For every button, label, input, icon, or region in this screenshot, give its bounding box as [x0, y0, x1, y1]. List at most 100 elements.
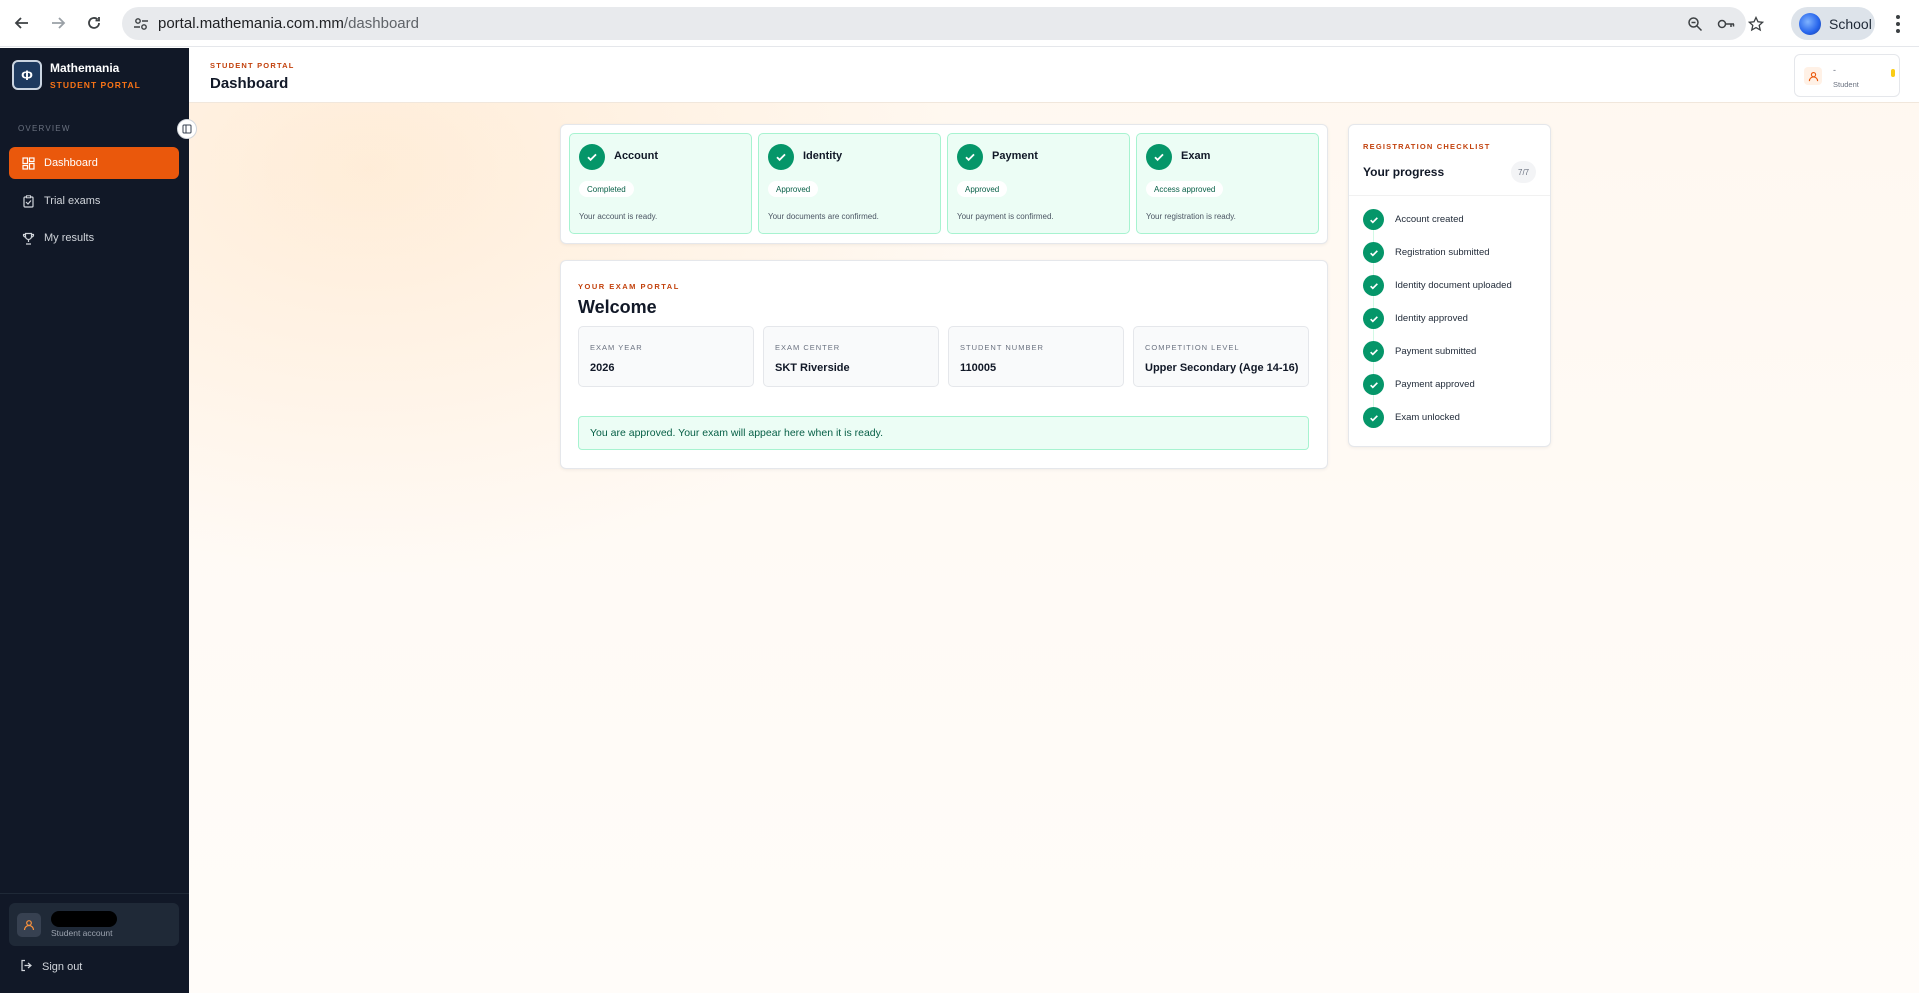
- profile-name: School: [1829, 15, 1872, 32]
- reload-button[interactable]: [82, 11, 106, 35]
- status-badge: Completed: [579, 181, 634, 197]
- status-description: Your payment is confirmed.: [957, 212, 1054, 221]
- brand-name: Mathemania: [50, 60, 120, 75]
- checklist-item: Payment approved: [1363, 374, 1475, 395]
- sidebar-item-label: My results: [44, 232, 95, 244]
- checklist-item: Registration submitted: [1363, 242, 1490, 263]
- checklist-item-label: Account created: [1395, 214, 1464, 225]
- checklist-eyebrow: REGISTRATION CHECKLIST: [1363, 142, 1491, 151]
- star-icon: [1748, 16, 1764, 32]
- info-student-number: STUDENT NUMBER 110005: [948, 326, 1124, 387]
- checklist-item: Identity approved: [1363, 308, 1468, 329]
- sidebar-divider: [0, 893, 189, 894]
- sidebar-item-label: Trial exams: [44, 195, 101, 207]
- checklist-title: Your progress: [1363, 165, 1445, 179]
- checklist-item-label: Identity document uploaded: [1395, 280, 1512, 291]
- status-card-payment: Payment Approved Your payment is confirm…: [947, 133, 1130, 234]
- page-eyebrow: STUDENT PORTAL: [210, 61, 295, 70]
- status-card-identity: Identity Approved Your documents are con…: [758, 133, 941, 234]
- checklist-item-label: Registration submitted: [1395, 247, 1490, 258]
- brand-logo: Φ: [12, 60, 42, 90]
- trophy-icon: [21, 231, 35, 245]
- check-icon: [957, 144, 983, 170]
- sign-out-button[interactable]: Sign out: [20, 959, 82, 975]
- page-header: STUDENT PORTAL Dashboard - Student: [189, 48, 1919, 103]
- sidebar-collapse-button[interactable]: [177, 119, 197, 139]
- browser-menu-button[interactable]: [1890, 12, 1906, 36]
- check-icon: [1363, 242, 1384, 263]
- bookmark-button[interactable]: [1745, 13, 1767, 35]
- user-name-redacted: [51, 911, 117, 927]
- info-label: EXAM YEAR: [590, 343, 643, 352]
- status-title: Payment: [992, 150, 1038, 162]
- checklist-item: Identity document uploaded: [1363, 275, 1512, 296]
- arrow-right-icon: [52, 17, 66, 29]
- dashboard-grid-icon: [21, 156, 35, 170]
- status-overview: Account Completed Your account is ready.…: [560, 124, 1328, 244]
- zoom-icon: [1688, 17, 1703, 32]
- user-avatar-icon: [17, 912, 41, 937]
- sidebar-item-my-results[interactable]: My results: [9, 222, 179, 254]
- sign-out-label: Sign out: [42, 961, 83, 973]
- exam-portal-panel: YOUR EXAM PORTAL Welcome EXAM YEAR 2026 …: [560, 260, 1328, 469]
- back-button[interactable]: [10, 11, 34, 35]
- status-title: Identity: [803, 150, 843, 162]
- progress-count-badge: 7/7: [1511, 161, 1537, 183]
- info-value: Upper Secondary (Age 14-16): [1145, 362, 1299, 374]
- status-title: Account: [614, 150, 658, 162]
- check-icon: [1363, 209, 1384, 230]
- status-badge: Access approved: [1146, 181, 1224, 197]
- main-content: STUDENT PORTAL Dashboard - Student Accou…: [189, 48, 1919, 993]
- checklist-item-label: Payment submitted: [1395, 346, 1477, 357]
- info-label: STUDENT NUMBER: [960, 343, 1044, 352]
- info-value: 110005: [960, 362, 997, 374]
- address-bar[interactable]: portal.mathemania.com.mm/dashboard: [122, 7, 1764, 40]
- url-text[interactable]: portal.mathemania.com.mm/dashboard: [158, 15, 419, 32]
- status-description: Your registration is ready.: [1146, 212, 1236, 221]
- password-key-button[interactable]: [1715, 13, 1737, 35]
- info-competition-level: COMPETITION LEVEL Upper Secondary (Age 1…: [1133, 326, 1309, 387]
- sidebar-item-dashboard[interactable]: Dashboard: [9, 147, 179, 179]
- welcome-heading: Welcome: [578, 297, 657, 317]
- checklist-item-label: Identity approved: [1395, 313, 1468, 324]
- status-badge: Approved: [957, 181, 1008, 197]
- user-icon: [1804, 67, 1822, 85]
- check-icon: [1363, 407, 1384, 428]
- check-icon: [579, 144, 605, 170]
- check-icon: [768, 144, 794, 170]
- status-description: Your documents are confirmed.: [768, 212, 879, 221]
- page-title: Dashboard: [210, 75, 289, 92]
- check-icon: [1363, 275, 1384, 296]
- brand[interactable]: Φ Mathemania STUDENT PORTAL: [12, 60, 141, 90]
- notification-indicator: [1891, 69, 1895, 77]
- status-title: Exam: [1181, 150, 1211, 162]
- sidebar-item-label: Dashboard: [44, 157, 98, 169]
- key-icon: [1717, 19, 1735, 29]
- check-icon: [1363, 308, 1384, 329]
- forward-button[interactable]: [46, 11, 70, 35]
- site-settings-icon[interactable]: [132, 15, 150, 33]
- check-icon: [1146, 144, 1172, 170]
- user-card[interactable]: Student account: [9, 903, 179, 946]
- approval-banner: You are approved. Your exam will appear …: [578, 416, 1309, 450]
- checklist-item: Exam unlocked: [1363, 407, 1460, 428]
- zoom-button[interactable]: [1684, 13, 1706, 35]
- checklist-item: Payment submitted: [1363, 341, 1476, 362]
- reload-icon: [88, 17, 100, 29]
- portal-eyebrow: YOUR EXAM PORTAL: [578, 282, 680, 291]
- registration-checklist: REGISTRATION CHECKLIST Your progress 7/7…: [1348, 124, 1551, 447]
- profile-button[interactable]: School: [1791, 7, 1875, 40]
- account-menu-button[interactable]: - Student: [1794, 54, 1900, 97]
- info-label: EXAM CENTER: [775, 343, 841, 352]
- account-name: -: [1833, 65, 1836, 75]
- sidebar: Φ Mathemania STUDENT PORTAL OVERVIEW Das…: [0, 48, 189, 993]
- info-value: 2026: [590, 362, 615, 374]
- checklist-item-label: Exam unlocked: [1395, 412, 1460, 423]
- url-host: portal.mathemania.com.mm: [158, 15, 344, 32]
- check-icon: [1363, 341, 1384, 362]
- status-description: Your account is ready.: [579, 212, 658, 221]
- info-exam-center: EXAM CENTER SKT Riverside: [763, 326, 939, 387]
- sign-out-icon: [20, 959, 33, 975]
- sidebar-item-trial-exams[interactable]: Trial exams: [9, 185, 179, 217]
- info-value: SKT Riverside: [775, 362, 850, 374]
